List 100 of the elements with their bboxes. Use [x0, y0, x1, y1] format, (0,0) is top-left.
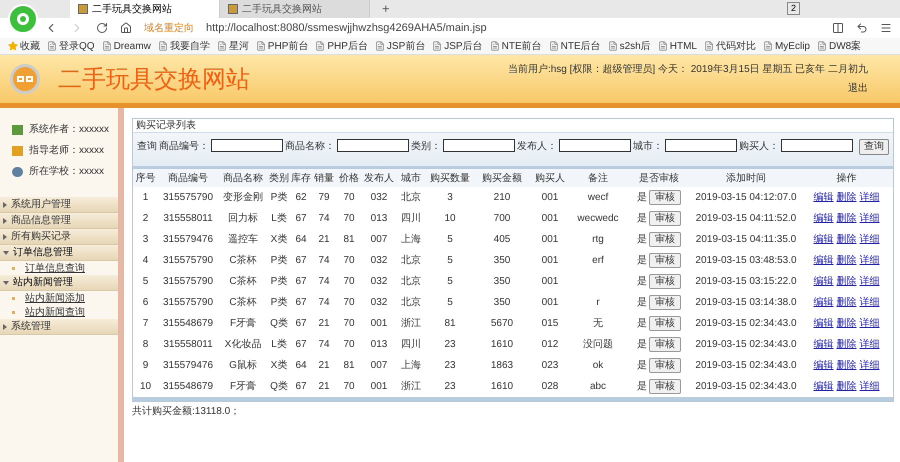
table-cell-text: 001 [540, 296, 560, 310]
table-cell-text: 67 [294, 275, 308, 289]
approval-status: 是 [637, 317, 647, 331]
bookmark-link[interactable]: JSP后台 [432, 38, 483, 54]
action-link[interactable]: 详细 [860, 295, 880, 310]
action-link[interactable]: 删除 [836, 274, 856, 289]
filter-field[interactable] [337, 139, 409, 152]
bookmark-link[interactable]: 收藏 [8, 38, 40, 54]
bookmark-link[interactable]: 我要自学 [158, 38, 210, 54]
filter-field[interactable] [443, 139, 515, 152]
logout-link[interactable]: 退出 [848, 81, 868, 96]
action-link[interactable]: 编辑 [814, 232, 834, 247]
action-link[interactable]: 删除 [836, 337, 856, 352]
table-cell-text: 001 [540, 233, 560, 247]
bookmark-link[interactable]: DW8案 [816, 38, 862, 54]
submenu-link[interactable]: 站内新闻查询 [25, 304, 85, 320]
action-link[interactable]: 详细 [860, 253, 880, 268]
bookmark-link[interactable]: NTE前台 [490, 38, 542, 54]
reload-icon[interactable] [96, 22, 108, 34]
review-button[interactable]: 审核 [649, 253, 681, 268]
bookmark-link[interactable]: NTE后台 [548, 38, 601, 54]
action-link[interactable]: 编辑 [814, 190, 834, 205]
action-link[interactable]: 详细 [860, 316, 880, 331]
review-button[interactable]: 审核 [649, 337, 681, 352]
bookmark-link[interactable]: PHP前台 [256, 38, 308, 54]
action-link[interactable]: 详细 [860, 379, 880, 394]
action-link[interactable]: 删除 [836, 211, 856, 226]
table-cell-text: P类 [270, 190, 288, 205]
action-link[interactable]: 编辑 [814, 358, 834, 373]
browser-tab[interactable]: 二手玩具交换网站 [220, 0, 370, 18]
review-button[interactable]: 审核 [649, 232, 681, 247]
review-button[interactable]: 审核 [649, 274, 681, 289]
bookmark-link[interactable]: s2sh后 [608, 38, 651, 54]
table-cell-text: F牙膏 [228, 317, 258, 331]
bookmark-link[interactable]: Dreamw [102, 38, 151, 54]
home-icon[interactable] [120, 22, 132, 34]
review-button[interactable]: 审核 [649, 295, 681, 310]
table-cell-text: 67 [294, 338, 308, 352]
submenu-link[interactable]: 站内新闻添加 [25, 290, 85, 306]
action-link[interactable]: 详细 [860, 232, 880, 247]
action-link[interactable]: 编辑 [814, 295, 834, 310]
action-link[interactable]: 详细 [860, 274, 880, 289]
table-cell-text: 四川 [400, 212, 422, 226]
table-cell-text: 67 [294, 296, 308, 310]
filter-field[interactable] [665, 139, 737, 152]
action-link[interactable]: 编辑 [814, 274, 834, 289]
action-link[interactable]: 编辑 [814, 316, 834, 331]
review-button[interactable]: 审核 [649, 358, 681, 373]
review-button[interactable]: 审核 [649, 190, 681, 205]
page-icon [158, 41, 168, 51]
bookmark-link[interactable]: PHP后台 [315, 38, 368, 54]
action-link[interactable]: 编辑 [814, 337, 834, 352]
bookmark-link[interactable]: JSP前台 [374, 38, 426, 54]
action-link[interactable]: 详细 [860, 190, 880, 205]
approval-status: 是 [637, 338, 647, 352]
action-link[interactable]: 删除 [836, 358, 856, 373]
review-button[interactable]: 审核 [649, 379, 681, 394]
filter-field[interactable] [781, 139, 853, 152]
action-link[interactable]: 删除 [836, 379, 856, 394]
address-field[interactable]: http://localhost:8080/ssmeswjjhwzhsg4269AHA5/main.jsp [206, 20, 820, 36]
page-icon [704, 41, 714, 51]
action-link[interactable]: 详细 [860, 211, 880, 226]
action-link[interactable]: 删除 [836, 253, 856, 268]
submenu-link[interactable]: 订单信息查询 [25, 260, 85, 276]
filter-field[interactable] [559, 139, 631, 152]
caret-icon [3, 218, 7, 224]
table-cell-text: 2019-03-15 04:11:35.0 [694, 233, 798, 247]
column-header: 操作 [836, 172, 858, 186]
bookmark-link[interactable]: 星河 [216, 38, 249, 54]
table-cell-text: 001 [370, 317, 388, 331]
new-tab-button[interactable]: + [370, 0, 402, 18]
action-link[interactable]: 删除 [836, 190, 856, 205]
table-cell-text: 上海 [400, 358, 422, 373]
browser-tab[interactable]: 二手玩具交换网站 [70, 0, 220, 18]
action-link[interactable]: 编辑 [814, 211, 834, 226]
filter-field[interactable] [211, 139, 283, 152]
action-link[interactable]: 删除 [836, 295, 856, 310]
table-cell-text: 回力标 [227, 212, 259, 226]
menu-label: 系统管理 [11, 320, 51, 334]
reader-icon[interactable] [832, 22, 844, 34]
bookmark-link[interactable]: 登录QQ [47, 38, 95, 54]
tab-count[interactable]: 2 [786, 2, 800, 15]
table-cell-text: 013 [370, 212, 388, 226]
action-link[interactable]: 删除 [836, 232, 856, 247]
menu-icon[interactable] [880, 22, 892, 34]
review-button[interactable]: 审核 [649, 211, 681, 226]
bookmark-link[interactable]: HTML [658, 38, 697, 54]
filter-label: 商品编号： [159, 140, 209, 154]
undo-icon[interactable] [856, 22, 868, 34]
bookmark-link[interactable]: MyEclip [762, 38, 810, 54]
action-link[interactable]: 编辑 [814, 253, 834, 268]
info-text: 指导老师：xxxxx [29, 144, 104, 158]
action-link[interactable]: 删除 [836, 316, 856, 331]
bookmark-link[interactable]: 代码对比 [704, 38, 756, 54]
search-button[interactable]: 查询 [859, 139, 889, 155]
table-cell-text: 315558011 [162, 338, 214, 352]
action-link[interactable]: 详细 [860, 337, 880, 352]
review-button[interactable]: 审核 [649, 316, 681, 331]
action-link[interactable]: 编辑 [814, 379, 834, 394]
action-link[interactable]: 详细 [860, 358, 880, 373]
